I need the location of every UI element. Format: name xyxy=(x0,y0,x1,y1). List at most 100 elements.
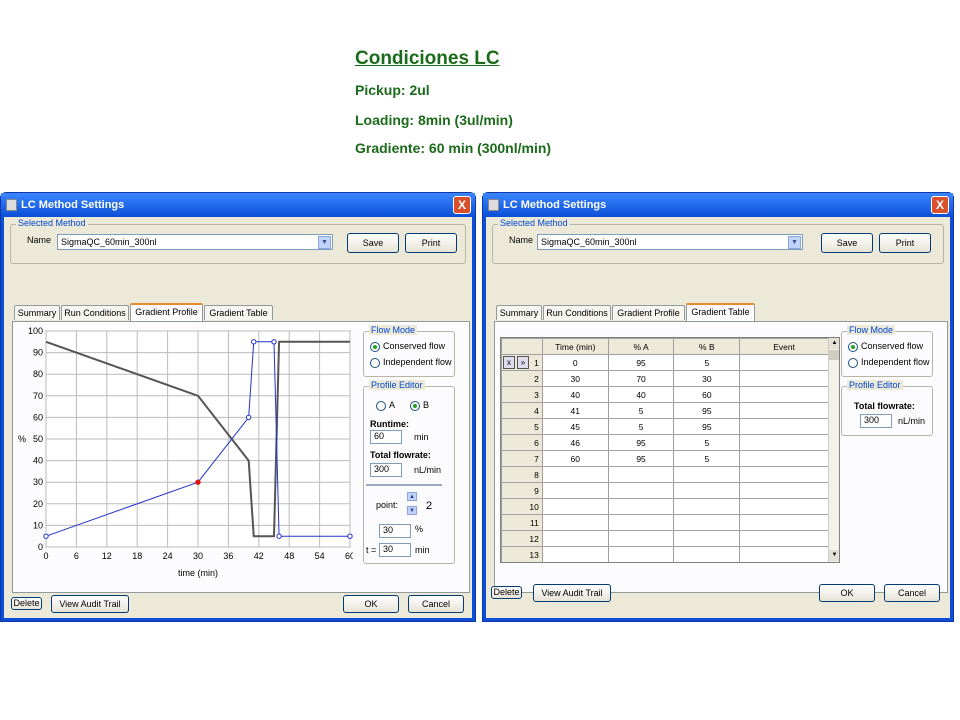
flowrate-input[interactable]: 300 xyxy=(370,463,402,477)
cell-event[interactable] xyxy=(739,466,829,483)
view-audit-trail-button[interactable]: View Audit Trail xyxy=(533,584,611,602)
cell-percent-b[interactable] xyxy=(673,530,741,547)
cell-percent-b[interactable]: 95 xyxy=(673,418,741,435)
cell-event[interactable] xyxy=(739,418,829,435)
cancel-button[interactable]: Cancel xyxy=(408,595,464,613)
cell-percent-b[interactable] xyxy=(673,498,741,515)
table-scrollbar[interactable]: ▲ ▼ xyxy=(828,338,839,562)
table-row[interactable]: 12 xyxy=(501,530,829,547)
cell-event[interactable] xyxy=(739,386,829,403)
cell-percent-a[interactable]: 95 xyxy=(607,450,675,467)
cell-time[interactable] xyxy=(541,546,609,562)
cancel-button[interactable]: Cancel xyxy=(884,584,940,602)
table-row[interactable]: 4 41 5 95 xyxy=(501,402,829,419)
table-row[interactable]: 5 45 5 95 xyxy=(501,418,829,435)
cell-time[interactable]: 46 xyxy=(541,434,609,451)
flowrate-input[interactable]: 300 xyxy=(860,414,892,428)
table-row[interactable]: 1 0 95 5 xyxy=(501,354,829,371)
cell-percent-a[interactable]: 95 xyxy=(607,354,675,371)
table-row[interactable]: 10 xyxy=(501,498,829,515)
save-button[interactable]: Save xyxy=(821,233,873,253)
row-number[interactable]: 2 xyxy=(501,370,543,387)
radio-a[interactable] xyxy=(376,401,386,411)
chevron-up-icon[interactable]: ▲ xyxy=(407,492,417,501)
row-number[interactable]: 5 xyxy=(501,418,543,435)
table-row[interactable]: 9 xyxy=(501,482,829,499)
print-button[interactable]: Print xyxy=(879,233,931,253)
cell-percent-b[interactable] xyxy=(673,466,741,483)
percent-input[interactable]: 30 xyxy=(379,524,411,538)
cell-percent-a[interactable] xyxy=(607,514,675,531)
cell-percent-b[interactable]: 5 xyxy=(673,450,741,467)
chevron-down-icon[interactable]: ▼ xyxy=(407,506,417,515)
cell-percent-b[interactable]: 5 xyxy=(673,354,741,371)
scroll-thumb[interactable] xyxy=(829,350,839,360)
cell-percent-a[interactable]: 95 xyxy=(607,434,675,451)
save-button[interactable]: Save xyxy=(347,233,399,253)
ok-button[interactable]: OK xyxy=(819,584,875,602)
cell-percent-a[interactable]: 70 xyxy=(607,370,675,387)
row-number[interactable]: 8 xyxy=(501,466,543,483)
cell-time[interactable]: 30 xyxy=(541,370,609,387)
conserved-flow-radio[interactable] xyxy=(848,342,858,352)
cell-percent-a[interactable]: 5 xyxy=(607,402,675,419)
table-row[interactable]: 8 xyxy=(501,466,829,483)
cell-percent-b[interactable]: 60 xyxy=(673,386,741,403)
cell-time[interactable] xyxy=(541,530,609,547)
cell-event[interactable] xyxy=(739,530,829,547)
independent-flow-radio[interactable] xyxy=(848,358,858,368)
cell-event[interactable] xyxy=(739,450,829,467)
row-number[interactable]: 3 xyxy=(501,386,543,403)
scroll-up-icon[interactable]: ▲ xyxy=(829,338,839,349)
cell-percent-b[interactable] xyxy=(673,514,741,531)
cell-time[interactable] xyxy=(541,498,609,515)
cell-time[interactable] xyxy=(541,466,609,483)
cell-time[interactable]: 0 xyxy=(541,354,609,371)
independent-flow-radio[interactable] xyxy=(370,358,380,368)
tab-run-conditions[interactable]: Run Conditions xyxy=(61,305,129,320)
cell-time[interactable]: 40 xyxy=(541,386,609,403)
table-row[interactable]: 7 60 95 5 xyxy=(501,450,829,467)
table-row[interactable]: 11 xyxy=(501,514,829,531)
radio-b[interactable] xyxy=(410,401,420,411)
title-bar[interactable]: LC Method Settings X xyxy=(483,193,953,217)
cell-time[interactable]: 41 xyxy=(541,402,609,419)
tab-summary[interactable]: Summary xyxy=(496,305,542,320)
close-button[interactable]: X xyxy=(453,196,471,214)
table-row[interactable]: 13 xyxy=(501,546,829,562)
cell-percent-a[interactable]: 5 xyxy=(607,418,675,435)
cell-event[interactable] xyxy=(739,402,829,419)
cell-event[interactable] xyxy=(739,514,829,531)
row-number[interactable]: 12 xyxy=(501,530,543,547)
cell-percent-a[interactable] xyxy=(607,546,675,562)
row-number[interactable]: 13 xyxy=(501,546,543,562)
cell-event[interactable] xyxy=(739,434,829,451)
cell-percent-a[interactable] xyxy=(607,466,675,483)
print-button[interactable]: Print xyxy=(405,233,457,253)
title-bar[interactable]: LC Method Settings X xyxy=(1,193,475,217)
cell-time[interactable]: 45 xyxy=(541,418,609,435)
row-number[interactable]: 11 xyxy=(501,514,543,531)
table-row[interactable]: 2 30 70 30 xyxy=(501,370,829,387)
cell-percent-a[interactable] xyxy=(607,482,675,499)
cell-percent-b[interactable]: 30 xyxy=(673,370,741,387)
cell-event[interactable] xyxy=(739,354,829,371)
cell-percent-b[interactable]: 95 xyxy=(673,402,741,419)
conserved-flow-radio[interactable] xyxy=(370,342,380,352)
tab-gradient-table[interactable]: Gradient Table xyxy=(204,305,273,320)
row-number[interactable]: 7 xyxy=(501,450,543,467)
delete-button[interactable]: Delete xyxy=(491,586,522,599)
table-row[interactable]: 6 46 95 5 xyxy=(501,434,829,451)
cell-time[interactable]: 60 xyxy=(541,450,609,467)
close-button[interactable]: X xyxy=(931,196,949,214)
cell-percent-b[interactable]: 5 xyxy=(673,434,741,451)
scroll-down-icon[interactable]: ▼ xyxy=(829,550,839,561)
view-audit-trail-button[interactable]: View Audit Trail xyxy=(51,595,129,613)
row-number[interactable]: 9 xyxy=(501,482,543,499)
tab-gradient-table[interactable]: Gradient Table xyxy=(686,303,755,321)
chevron-down-icon[interactable]: ▼ xyxy=(788,236,801,249)
method-name-combo[interactable]: SigmaQC_60min_300nl ▼ xyxy=(57,234,333,250)
cell-event[interactable] xyxy=(739,498,829,515)
cell-percent-a[interactable] xyxy=(607,498,675,515)
cell-percent-a[interactable] xyxy=(607,530,675,547)
